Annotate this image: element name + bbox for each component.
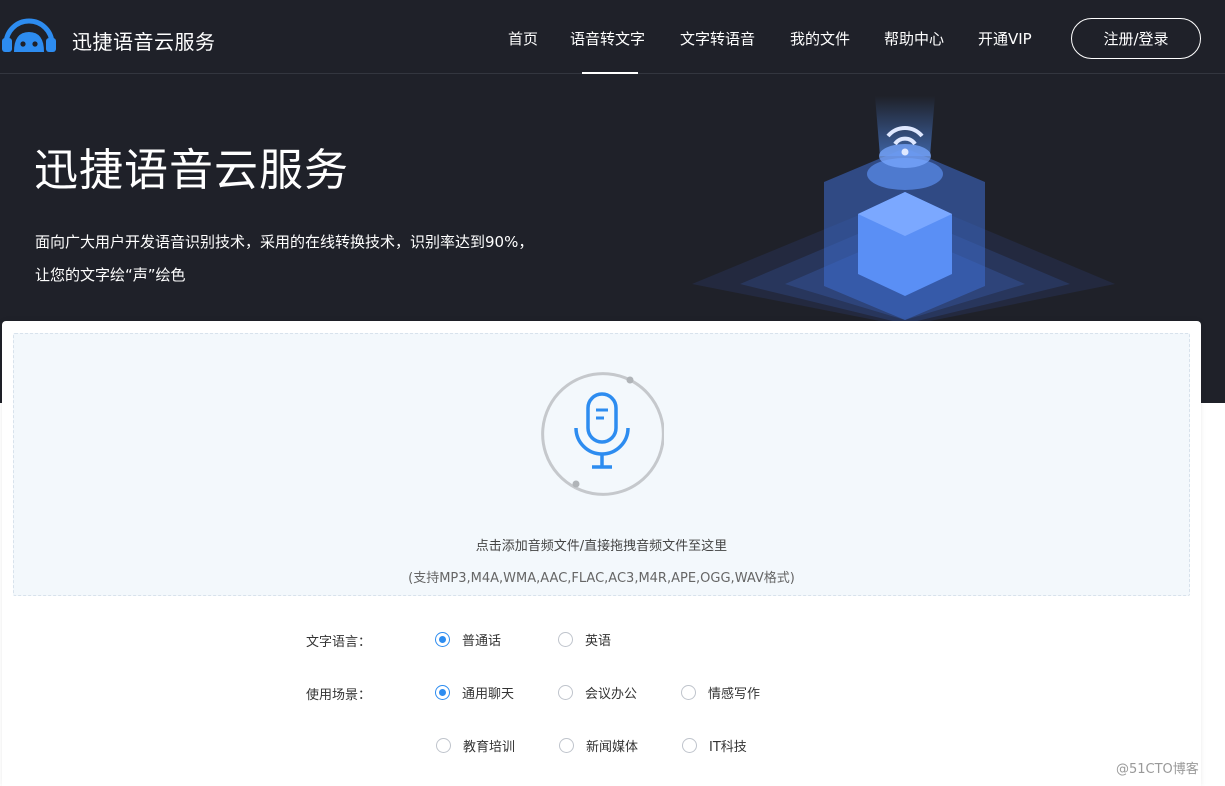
radio-news-media[interactable]: 新闻媒体 (559, 736, 638, 755)
radio-english[interactable]: 英语 (558, 630, 611, 649)
radio-label: 新闻媒体 (586, 740, 639, 755)
watermark-text: @51CTO博客 (1116, 762, 1199, 777)
radio-label: 情感写作 (708, 687, 761, 702)
register-login-button[interactable]: 注册/登录 (1071, 18, 1201, 59)
nav-home[interactable]: 首页 (508, 28, 538, 49)
hero-title: 迅捷语音云服务 (34, 145, 349, 196)
nav-my-files[interactable]: 我的文件 (790, 28, 850, 49)
radio-mandarin[interactable]: 普通话 (435, 630, 501, 649)
radio-education-training[interactable]: 教育培训 (436, 736, 515, 755)
drop-prompt: 点击添加音频文件/直接拖拽音频文件至这里 (475, 539, 728, 554)
radio-label: 通用聊天 (462, 687, 515, 702)
scenario-label: 使用场景： (306, 688, 372, 703)
radio-meeting-office[interactable]: 会议办公 (558, 683, 637, 702)
cloud-cube-illustration (692, 96, 1115, 326)
radio-indicator (681, 685, 696, 700)
hero-description: 面向广大用户开发语音识别技术，采用的在线转换技术，识别率达到90%，让您的文字绘… (35, 233, 534, 284)
microphone-icon[interactable] (540, 372, 664, 496)
language-label: 文字语言： (306, 635, 372, 650)
brand-name[interactable]: 迅捷语音云服务 (72, 26, 216, 55)
nav-speech-to-text[interactable]: 语音转文字 (570, 28, 645, 49)
radio-label: 会议办公 (585, 687, 638, 702)
radio-indicator (558, 685, 573, 700)
headphones-logo-icon[interactable] (0, 14, 58, 54)
supported-formats: (支持MP3,M4A,WMA,AAC,FLAC,AC3,M4R,APE,OGG,… (408, 571, 795, 586)
nav-open-vip[interactable]: 开通VIP (978, 28, 1032, 49)
top-header: 迅捷语音云服务 首页 语音转文字 文字转语音 我的文件 帮助中心 开通VIP 注… (0, 0, 1225, 74)
radio-label: IT科技 (709, 740, 747, 755)
radio-indicator (436, 738, 451, 753)
radio-indicator (559, 738, 574, 753)
radio-indicator (682, 738, 697, 753)
radio-checked-indicator (435, 632, 450, 647)
upload-card: 点击添加音频文件/直接拖拽音频文件至这里 (支持MP3,M4A,WMA,AAC,… (2, 321, 1201, 786)
radio-indicator (558, 632, 573, 647)
radio-checked-indicator (435, 685, 450, 700)
radio-label: 教育培训 (463, 740, 516, 755)
radio-it-tech[interactable]: IT科技 (682, 736, 747, 755)
radio-emotional-writing[interactable]: 情感写作 (681, 683, 760, 702)
radio-label: 英语 (585, 634, 612, 649)
audio-drop-zone[interactable]: 点击添加音频文件/直接拖拽音频文件至这里 (支持MP3,M4A,WMA,AAC,… (13, 333, 1190, 596)
radio-general-chat[interactable]: 通用聊天 (435, 683, 514, 702)
nav-text-to-speech[interactable]: 文字转语音 (680, 28, 755, 49)
nav-active-indicator (582, 72, 638, 74)
nav-help-center[interactable]: 帮助中心 (884, 28, 944, 49)
radio-label: 普通话 (462, 634, 502, 649)
